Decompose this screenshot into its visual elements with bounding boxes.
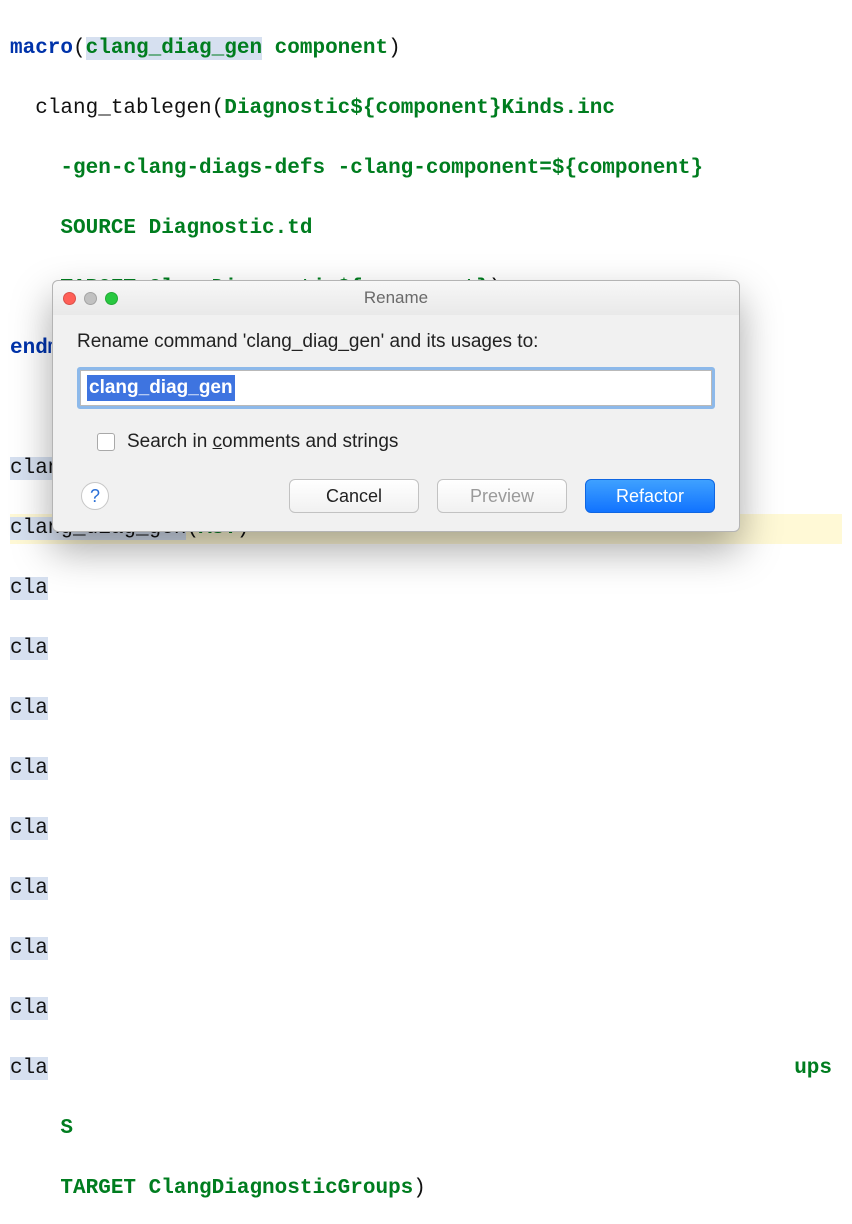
dialog-message: Rename command 'clang_diag_gen' and its …	[77, 331, 715, 353]
code-line: cla	[10, 934, 842, 964]
search-comments-checkbox[interactable]: Search in comments and strings	[97, 431, 715, 453]
code-line: S	[10, 1114, 842, 1144]
minimize-icon[interactable]	[84, 292, 97, 305]
window-controls	[63, 292, 118, 305]
code-line: SOURCE Diagnostic.td	[10, 214, 842, 244]
code-line: macro(clang_diag_gen component)	[10, 34, 842, 64]
checkbox-icon[interactable]	[97, 433, 115, 451]
dialog-title: Rename	[53, 288, 739, 308]
cancel-button[interactable]: Cancel	[289, 479, 419, 513]
code-line: -gen-clang-diags-defs -clang-component=$…	[10, 154, 842, 184]
code-line: TARGET ClangDiagnosticGroups)	[10, 1174, 842, 1204]
dialog-body: Rename command 'clang_diag_gen' and its …	[53, 315, 739, 531]
dialog-titlebar[interactable]: Rename	[53, 281, 739, 315]
code-line: cla	[10, 754, 842, 784]
close-icon[interactable]	[63, 292, 76, 305]
code-line: cla	[10, 574, 842, 604]
macro-name: clang_diag_gen	[86, 37, 262, 60]
dialog-button-row: ? Cancel Preview Refactor	[77, 479, 715, 513]
code-line: clang_tablegen(Diagnostic${component}Kin…	[10, 94, 842, 124]
code-editor[interactable]: macro(clang_diag_gen component) clang_ta…	[0, 0, 852, 1224]
rename-dialog: Rename Rename command 'clang_diag_gen' a…	[52, 280, 740, 532]
code-line: cla	[10, 814, 842, 844]
maximize-icon[interactable]	[105, 292, 118, 305]
code-line: cla	[10, 874, 842, 904]
checkbox-label: Search in comments and strings	[127, 431, 398, 453]
help-button[interactable]: ?	[81, 482, 109, 510]
keyword-macro: macro	[10, 37, 73, 60]
code-line: cla	[10, 634, 842, 664]
code-line: cla	[10, 694, 842, 724]
rename-input[interactable]: clang_diag_gen	[80, 370, 712, 406]
code-line: cla	[10, 994, 842, 1024]
code-line: claups	[10, 1054, 842, 1084]
refactor-button[interactable]: Refactor	[585, 479, 715, 513]
rename-input-wrap: clang_diag_gen	[77, 367, 715, 409]
preview-button[interactable]: Preview	[437, 479, 567, 513]
